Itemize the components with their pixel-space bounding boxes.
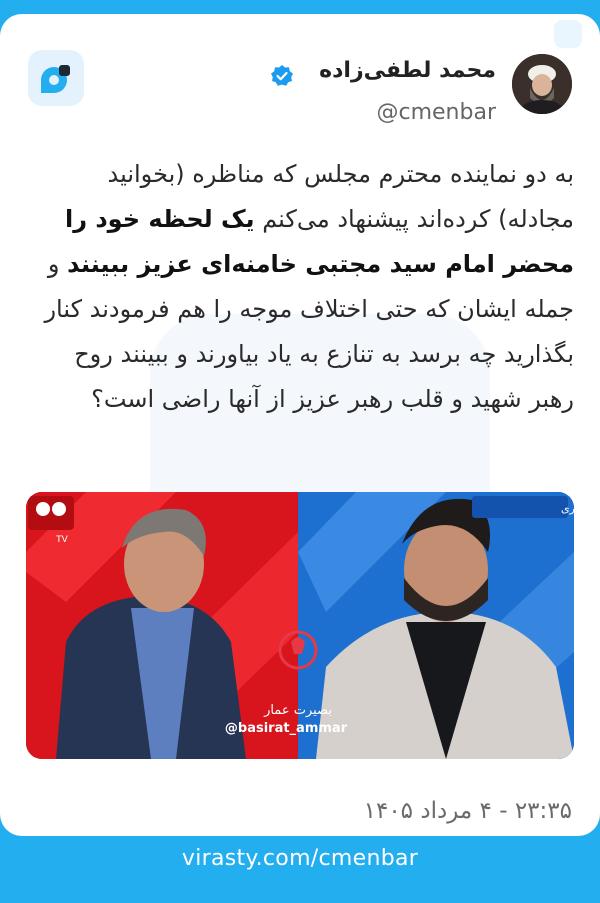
video-thumbnail[interactable]: استودیو همشهری بصیرت عمار @basirat_ammar… [26, 492, 574, 759]
profile-link[interactable]: virasty.com/cmenbar [0, 846, 600, 871]
virasty-logo-icon[interactable] [28, 50, 84, 106]
post-timestamp: ۲۳:۳۵ - ۴ مرداد ۱۴۰۵ [363, 798, 572, 824]
screenshot-frame: محمد لطفی‌زاده @cmenbar به دو نماینده مح… [0, 0, 600, 903]
author-name[interactable]: محمد لطفی‌زاده [319, 58, 496, 83]
right-channel-tag: استودیو همشهری [561, 502, 574, 515]
post-card: محمد لطفی‌زاده @cmenbar به دو نماینده مح… [0, 14, 600, 836]
video-watermark-handle: @basirat_ammar [225, 721, 348, 736]
left-channel-tag: TV [55, 535, 68, 545]
post-text: به دو نماینده محترم مجلس که مناظره (بخوا… [26, 152, 574, 422]
author-avatar[interactable] [512, 54, 572, 114]
video-watermark-name: بصیرت عمار [263, 703, 332, 718]
verified-badge-icon [271, 65, 293, 86]
author-handle[interactable]: @cmenbar [377, 100, 497, 125]
corner-badge-icon [554, 20, 582, 48]
